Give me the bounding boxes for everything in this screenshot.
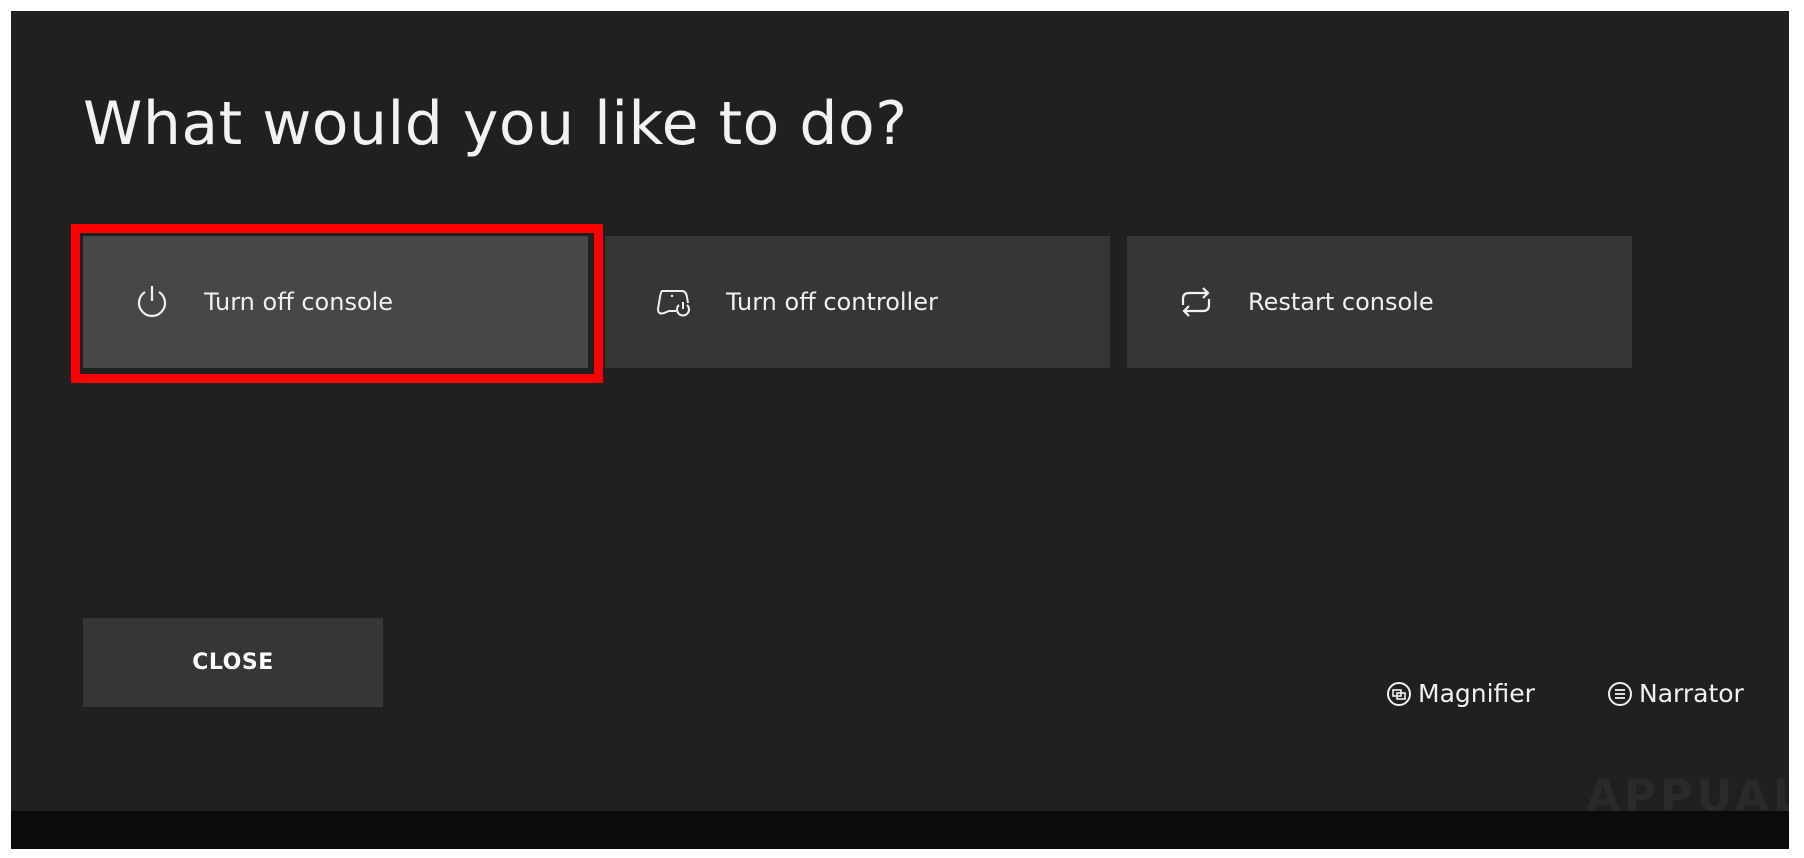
option-label: Restart console — [1248, 288, 1434, 316]
narrator-label: Narrator — [1639, 679, 1744, 708]
turn-off-console-button[interactable]: Turn off console — [83, 236, 588, 368]
xbox-power-dialog: What would you like to do? Turn off cons… — [11, 11, 1789, 849]
power-icon — [132, 282, 172, 322]
restart-icon — [1176, 282, 1216, 322]
page-title: What would you like to do? — [83, 89, 908, 159]
magnifier-button[interactable]: Magnifier — [1386, 679, 1535, 708]
controller-power-icon — [654, 282, 694, 322]
option-label: Turn off controller — [726, 288, 938, 316]
option-label: Turn off console — [204, 288, 394, 316]
restart-console-button[interactable]: Restart console — [1127, 236, 1632, 368]
turn-off-controller-button[interactable]: Turn off controller — [605, 236, 1110, 368]
narrator-button[interactable]: Narrator — [1607, 679, 1744, 708]
magnifier-icon — [1387, 681, 1411, 706]
close-button[interactable]: CLOSE — [83, 618, 383, 707]
magnifier-label: Magnifier — [1418, 679, 1535, 708]
narrator-icon — [1608, 681, 1632, 706]
bottom-bar — [11, 811, 1789, 849]
